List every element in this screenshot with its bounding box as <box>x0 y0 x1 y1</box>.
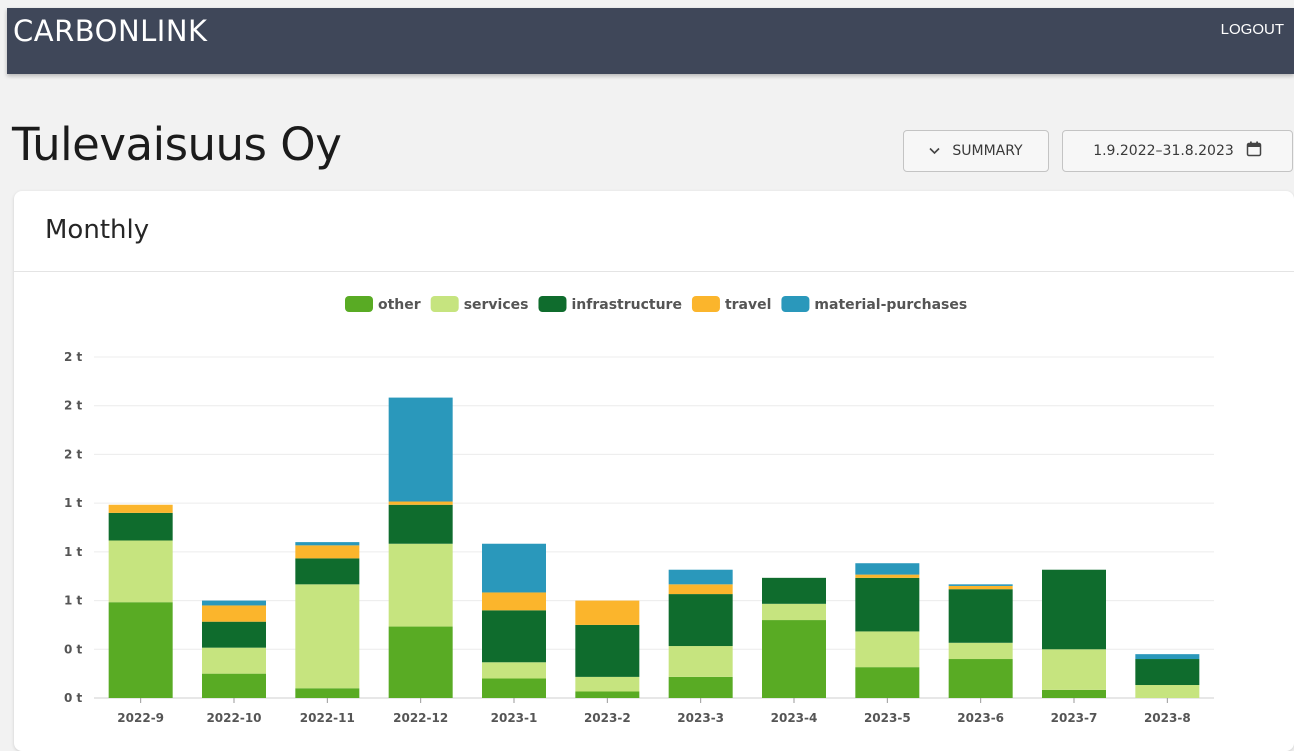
y-tick-label: 1 t <box>64 594 83 608</box>
bar-segment-other <box>108 602 173 698</box>
bar-segment-material-purchases <box>855 563 920 575</box>
x-tick-label: 2023-7 <box>1051 711 1098 725</box>
legend-label-other: other <box>378 297 421 313</box>
bar-segment-infrastructure <box>855 577 920 632</box>
bar-segment-infrastructure <box>575 624 640 677</box>
date-range-picker[interactable]: 1.9.2022–31.8.2023 <box>1062 130 1293 172</box>
monthly-card: Monthly 0 t0 t1 t1 t1 t2 t2 t2 t 2022-9 20… <box>14 191 1294 751</box>
bar-segment-services <box>575 676 640 692</box>
bar-segment-services <box>295 584 360 689</box>
bar-segment-services <box>855 631 920 668</box>
bar-segment-material-purchases <box>948 584 1013 586</box>
bar-segment-travel <box>948 585 1013 590</box>
x-tick-label: 2023-4 <box>771 711 818 725</box>
bar-segment-services <box>482 662 546 679</box>
bar-segment-services <box>388 543 453 627</box>
bar-segment-travel <box>668 584 733 595</box>
y-tick-label: 1 t <box>64 545 83 559</box>
bar-segment-material-purchases <box>668 569 733 585</box>
bar-segment-infrastructure <box>482 610 546 663</box>
bar-segment-infrastructure <box>202 621 266 648</box>
date-range-label: 1.9.2022–31.8.2023 <box>1093 143 1234 159</box>
bar-segment-other <box>575 691 640 698</box>
x-tick-label: 2023-3 <box>677 711 724 725</box>
bar-segment-travel <box>295 545 360 559</box>
bar-segment-services <box>948 642 1013 660</box>
bar-segment-travel <box>202 605 266 622</box>
legend-label-services: services <box>464 297 529 313</box>
bar-segment-travel <box>855 574 920 578</box>
legend-swatch-material-purchases <box>781 296 810 312</box>
bar-segment-material-purchases <box>1135 654 1200 660</box>
bar-segment-infrastructure <box>388 504 453 544</box>
bar-segment-services <box>202 647 266 674</box>
bar-segment-travel <box>482 592 546 611</box>
x-tick-label: 2022-11 <box>300 711 355 725</box>
summary-dropdown-button[interactable]: SUMMARY <box>903 130 1049 172</box>
legend-swatch-infrastructure <box>538 296 567 312</box>
logout-button[interactable]: LOGOUT <box>1221 21 1284 38</box>
x-tick-label: 2022-10 <box>206 711 261 725</box>
bar-segment-services <box>108 540 173 603</box>
chevron-down-icon <box>929 145 940 158</box>
legend-swatch-services <box>430 296 459 312</box>
legend-label-infrastructure: infrastructure <box>571 297 681 313</box>
x-tick-label: 2023-6 <box>957 711 1004 725</box>
legend-swatch-other <box>345 296 373 312</box>
calendar-icon <box>1246 141 1262 161</box>
y-tick-label: 2 t <box>64 399 83 413</box>
y-tick-label: 2 t <box>64 350 83 364</box>
x-tick-label: 2023-2 <box>584 711 631 725</box>
bar-segment-services <box>668 646 733 677</box>
y-tick-label: 0 t <box>64 642 83 656</box>
legend-label-material-purchases: material-purchases <box>814 297 967 313</box>
bar-segment-travel <box>388 501 453 505</box>
x-tick-label: 2022-12 <box>393 711 448 725</box>
y-tick-label: 2 t <box>64 447 83 461</box>
bar-segment-other <box>948 659 1013 698</box>
x-tick-label: 2023-8 <box>1144 711 1191 725</box>
page-title: Tulevaisuus Oy <box>12 118 342 171</box>
bar-segment-other <box>668 676 733 698</box>
bar-segment-other <box>762 620 826 698</box>
y-tick-label: 0 t <box>64 691 83 705</box>
legend-swatch-travel <box>691 296 720 312</box>
bar-segment-infrastructure <box>1042 569 1106 650</box>
bar-segment-infrastructure <box>1135 659 1200 686</box>
bar-segment-infrastructure <box>948 589 1013 643</box>
bar-segment-services <box>762 603 826 621</box>
bar-segment-infrastructure <box>108 512 173 541</box>
logo[interactable]: CARBONLINK <box>13 14 208 48</box>
bar-segment-other <box>202 673 266 698</box>
bar-segment-travel <box>575 600 640 625</box>
y-tick-label: 1 t <box>64 496 83 510</box>
bar-segment-infrastructure <box>762 577 826 604</box>
bar-segment-other <box>1042 689 1106 698</box>
bar-segment-material-purchases <box>482 543 546 593</box>
bar-segment-other <box>855 667 920 698</box>
summary-label: SUMMARY <box>952 143 1023 159</box>
bar-segment-services <box>1135 685 1200 698</box>
x-tick-label: 2022-9 <box>117 711 164 725</box>
bar-segment-other <box>388 626 453 698</box>
legend-label-travel: travel <box>725 297 771 313</box>
bar-segment-infrastructure <box>295 558 360 585</box>
bar-segment-services <box>1042 649 1106 690</box>
top-bar: CARBONLINK LOGOUT <box>7 8 1294 74</box>
bar-segment-other <box>482 678 546 698</box>
x-tick-label: 2023-5 <box>864 711 911 725</box>
monthly-stacked-bar-chart: 0 t 0 t 1 t 1 t 1 t 2 t 2 t 2 t 2022-9 2022-10 202… <box>64 296 1214 725</box>
bar-segment-material-purchases <box>388 397 453 502</box>
bar-segment-infrastructure <box>668 594 733 647</box>
bar-segment-material-purchases <box>202 600 266 606</box>
bar-segment-material-purchases <box>295 542 360 546</box>
bar-segment-other <box>295 688 360 698</box>
bar-segment-travel <box>108 504 173 513</box>
x-tick-label: 2023-1 <box>491 711 538 725</box>
